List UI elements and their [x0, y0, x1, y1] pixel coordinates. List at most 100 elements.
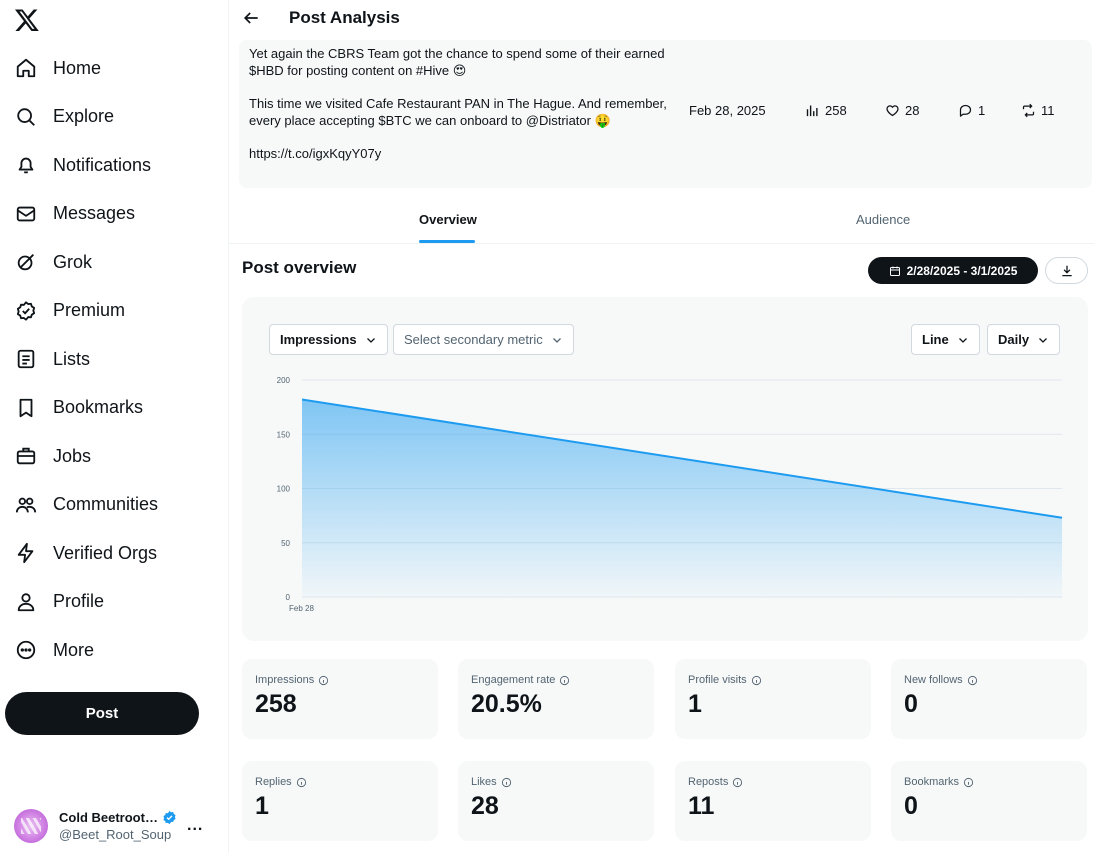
nav-more[interactable]: More	[0, 626, 229, 675]
nav-label: Jobs	[53, 445, 92, 466]
metric-label-text: Profile visits	[688, 674, 747, 686]
metric-card: Impressions 258	[242, 659, 438, 739]
back-arrow-icon[interactable]	[241, 8, 261, 28]
account-info: Cold Beetroot S... @Beet_Root_Soup	[59, 810, 177, 842]
tweet-link[interactable]: https://t.co/igxKqyY07y	[249, 145, 669, 162]
metric-label-text: Bookmarks	[904, 776, 960, 788]
tweet-views: 258	[805, 103, 847, 118]
account-switcher[interactable]: Cold Beetroot S... @Beet_Root_Soup ...	[14, 806, 219, 846]
nav-explore[interactable]: Explore	[0, 93, 229, 142]
metric-label: Bookmarks	[904, 776, 974, 788]
tweet-date: Feb 28, 2025	[689, 103, 766, 118]
download-icon	[1061, 265, 1072, 276]
list-icon	[17, 350, 35, 369]
active-tab-indicator	[419, 240, 475, 243]
nav-label: Premium	[53, 300, 126, 321]
chart-type-dropdown[interactable]: Line	[911, 324, 980, 355]
lightning-icon	[17, 543, 34, 564]
views-icon	[806, 105, 818, 117]
nav-label: Communities	[53, 494, 159, 515]
download-button[interactable]	[1045, 257, 1088, 284]
interval-dropdown[interactable]: Daily	[987, 324, 1061, 355]
nav-messages[interactable]: Messages	[0, 190, 229, 239]
info-icon[interactable]	[967, 675, 978, 686]
nav-label: Notifications	[53, 154, 152, 175]
metric-card: New follows 0	[891, 659, 1087, 739]
metric-label-text: New follows	[904, 674, 963, 686]
nav-grok[interactable]: Grok	[0, 238, 229, 287]
tweet-replies: 1	[958, 103, 985, 118]
series-area	[302, 399, 1062, 597]
info-icon[interactable]	[296, 777, 307, 788]
nav-label: Grok	[53, 251, 93, 272]
metric-value: 28	[471, 792, 499, 820]
metric-card: Bookmarks 0	[891, 761, 1087, 841]
section-title: Post overview	[242, 258, 357, 277]
communities-icon	[15, 497, 37, 513]
nav-verified-orgs[interactable]: Verified Orgs	[0, 529, 229, 578]
metric-label: Impressions	[255, 674, 329, 686]
info-icon[interactable]	[963, 777, 974, 788]
nav-communities[interactable]: Communities	[0, 481, 229, 530]
info-icon[interactable]	[751, 675, 762, 686]
nav-profile[interactable]: Profile	[0, 578, 229, 627]
primary-metric-label: Impressions	[280, 332, 357, 347]
nav-home[interactable]: Home	[0, 44, 229, 93]
tweet-text: Yet again the CBRS Team got the chance t…	[249, 45, 669, 162]
bell-icon	[18, 157, 34, 174]
metric-card: Reposts 11	[675, 761, 871, 841]
page-header: Post Analysis	[229, 0, 1094, 38]
nav-premium[interactable]: Premium	[0, 287, 229, 336]
person-icon	[17, 593, 35, 611]
info-icon[interactable]	[732, 777, 743, 788]
info-icon[interactable]	[559, 675, 570, 686]
metric-label: Likes	[471, 776, 512, 788]
post-button[interactable]: Post	[5, 692, 199, 735]
y-tick-label: 150	[277, 430, 291, 439]
tab-audience[interactable]: Audience	[856, 212, 910, 227]
metric-value: 20.5%	[471, 690, 542, 718]
main-content: Post Analysis Yet again the CBRS Team go…	[229, 0, 1094, 852]
metric-label-text: Engagement rate	[471, 674, 556, 686]
chart-type-label: Line	[922, 332, 949, 347]
envelope-icon	[16, 206, 36, 222]
metric-value: 1	[255, 792, 269, 820]
metric-label: Profile visits	[688, 674, 762, 686]
account-more-icon[interactable]: ...	[187, 817, 203, 835]
y-tick-label: 0	[286, 593, 291, 602]
chevron-down-icon	[366, 337, 375, 343]
tab-overview[interactable]: Overview	[419, 212, 477, 227]
account-name-row: Cold Beetroot S...	[59, 810, 177, 825]
metric-card: Profile visits 1	[675, 659, 871, 739]
info-icon[interactable]	[318, 675, 329, 686]
y-tick-label: 200	[277, 376, 291, 385]
tweet-paragraph: This time we visited Cafe Restaurant PAN…	[249, 96, 667, 128]
nav-jobs[interactable]: Jobs	[0, 432, 229, 481]
tweet-preview[interactable]: Yet again the CBRS Team got the chance t…	[239, 40, 1092, 188]
x-tick-label: Feb 28	[289, 604, 314, 613]
date-range-button[interactable]: 2/28/2025 - 3/1/2025	[868, 257, 1038, 284]
replies-count: 1	[978, 103, 986, 118]
nav-lists[interactable]: Lists	[0, 335, 229, 384]
nav-notifications[interactable]: Notifications	[0, 141, 229, 190]
avatar	[14, 809, 48, 843]
account-handle: @Beet_Root_Soup	[59, 827, 172, 842]
metric-label: Engagement rate	[471, 674, 570, 686]
metric-card: Engagement rate 20.5%	[458, 659, 654, 739]
nav-label: More	[53, 639, 95, 660]
metric-value: 258	[255, 690, 297, 718]
secondary-metric-dropdown[interactable]: Select secondary metric	[393, 324, 574, 355]
sidebar: Home Explore Notifications Messages Grok…	[0, 0, 229, 852]
info-icon[interactable]	[501, 777, 512, 788]
tweet-reposts: 11	[1021, 103, 1055, 118]
tweet-likes: 28	[885, 103, 919, 118]
impressions-chart: 0 50 100 150 200 Feb 28	[277, 376, 1063, 613]
nav-bookmarks[interactable]: Bookmarks	[0, 384, 229, 433]
x-logo-icon[interactable]	[14, 7, 40, 33]
metric-value: 1	[688, 690, 702, 718]
primary-nav: Home Explore Notifications Messages Grok…	[0, 44, 229, 675]
grok-icon	[17, 254, 34, 271]
interval-label: Daily	[998, 332, 1030, 347]
primary-metric-dropdown[interactable]: Impressions	[269, 324, 388, 355]
nav-label: Bookmarks	[53, 397, 144, 418]
